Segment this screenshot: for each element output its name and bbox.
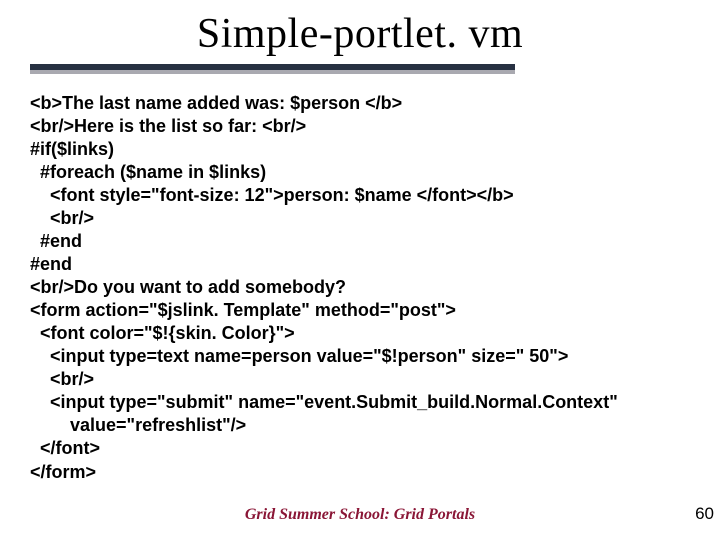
code-line: value="refreshlist"/> [30, 415, 246, 435]
page-number: 60 [695, 504, 714, 524]
code-line: <input type="submit" name="event.Submit_… [30, 392, 618, 412]
code-line: <form action="$jslink. Template" method=… [30, 300, 456, 320]
code-line: <font color="$!{skin. Color}"> [30, 323, 295, 343]
code-line: #if($links) [30, 139, 114, 159]
code-block: <b>The last name added was: $person </b>… [30, 92, 690, 484]
code-line: </font> [30, 438, 100, 458]
code-line: <br/>Do you want to add somebody? [30, 277, 346, 297]
code-line: </form> [30, 462, 96, 482]
page-title: Simple-portlet. vm [0, 10, 720, 58]
code-line: <font style="font-size: 12">person: $nam… [30, 185, 514, 205]
code-line: #end [30, 231, 82, 251]
rule-light [30, 70, 515, 74]
code-line: <br/> [30, 208, 94, 228]
code-line: <input type=text name=person value="$!pe… [30, 346, 568, 366]
slide-footer: Grid Summer School: Grid Portals [0, 506, 720, 524]
code-line: #end [30, 254, 72, 274]
slide: Simple-portlet. vm <b>The last name adde… [0, 0, 720, 540]
code-line: <br/> [30, 369, 94, 389]
title-underline [30, 64, 515, 74]
code-line: <b>The last name added was: $person </b> [30, 93, 402, 113]
code-line: <br/>Here is the list so far: <br/> [30, 116, 306, 136]
code-line: #foreach ($name in $links) [30, 162, 266, 182]
